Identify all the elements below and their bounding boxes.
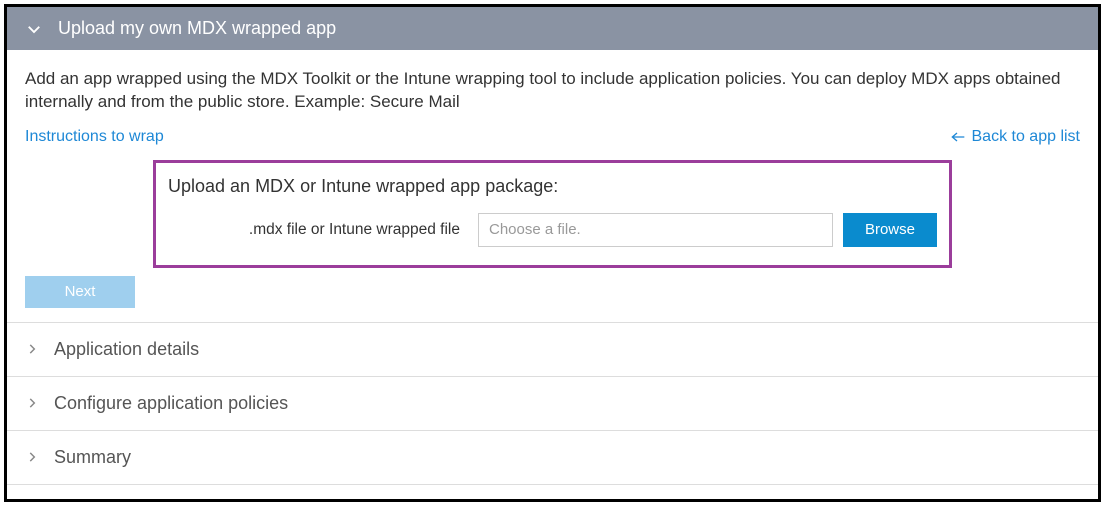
chevron-down-icon	[25, 20, 43, 38]
accordion-item-summary[interactable]: Summary	[7, 430, 1098, 485]
chevron-right-icon	[25, 342, 39, 356]
upload-highlight-box: Upload an MDX or Intune wrapped app pack…	[153, 160, 952, 268]
accordion-item-label: Application details	[54, 339, 199, 360]
back-arrow-icon	[951, 130, 967, 144]
accordion-header-upload[interactable]: Upload my own MDX wrapped app	[7, 7, 1098, 50]
accordion-item-configure-policies[interactable]: Configure application policies	[7, 376, 1098, 430]
chevron-right-icon	[25, 396, 39, 410]
back-to-app-list-link[interactable]: Back to app list	[951, 128, 1081, 146]
accordion-item-label: Summary	[54, 447, 131, 468]
file-chooser-input[interactable]	[478, 213, 833, 247]
browse-button[interactable]: Browse	[843, 213, 937, 247]
chevron-right-icon	[25, 450, 39, 464]
next-button[interactable]: Next	[25, 276, 135, 308]
accordion-title: Upload my own MDX wrapped app	[58, 18, 336, 39]
back-link-label: Back to app list	[972, 128, 1081, 146]
file-field-label: .mdx file or Intune wrapped file	[168, 221, 468, 239]
accordion-item-label: Configure application policies	[54, 393, 288, 414]
accordion-item-application-details[interactable]: Application details	[7, 322, 1098, 376]
description-text: Add an app wrapped using the MDX Toolkit…	[25, 68, 1080, 114]
instructions-link[interactable]: Instructions to wrap	[25, 128, 164, 146]
upload-box-title: Upload an MDX or Intune wrapped app pack…	[168, 176, 937, 197]
